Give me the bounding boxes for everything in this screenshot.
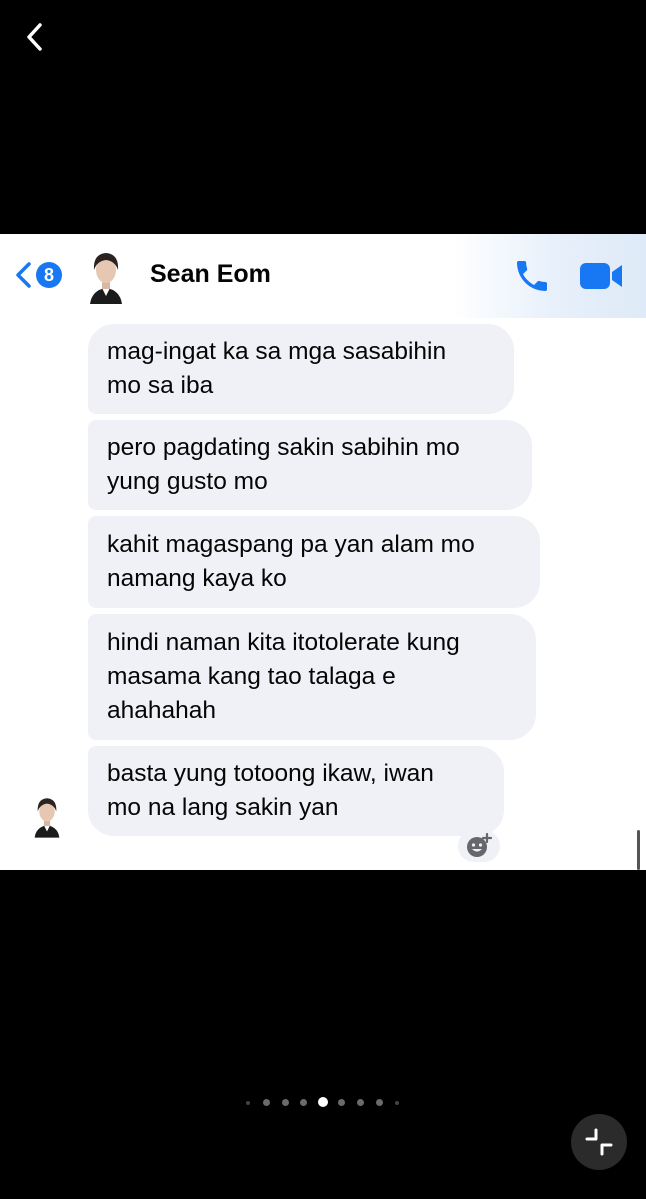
pagination-dot[interactable] (263, 1099, 270, 1106)
message-text: basta yung totoong ikaw, iwan mo na lang… (107, 760, 434, 821)
chevron-left-icon[interactable] (12, 260, 36, 290)
video-camera-icon[interactable] (578, 260, 624, 292)
scrollbar[interactable] (637, 830, 640, 870)
unread-count-badge[interactable]: 8 (36, 262, 62, 288)
contact-name[interactable]: Sean Eom (150, 260, 271, 289)
back-icon[interactable] (20, 20, 50, 54)
collapse-icon (585, 1128, 613, 1156)
add-reaction-button[interactable] (458, 830, 500, 862)
avatar[interactable] (84, 248, 128, 304)
chat-header: 8 Sean Eom (0, 234, 646, 318)
add-reaction-icon (467, 833, 493, 857)
phone-icon[interactable] (512, 256, 552, 296)
pagination-dot[interactable] (376, 1099, 383, 1106)
message-text: mag-ingat ka sa mga sasabihin mo sa iba (107, 338, 447, 399)
chat-screenshot: 8 Sean Eom mag-ingat ka sa mga sasabihin… (0, 234, 646, 870)
pagination-dot[interactable] (300, 1099, 307, 1106)
sender-avatar[interactable] (30, 794, 64, 838)
message-text: hindi naman kita itotolerate kung masama… (107, 629, 460, 724)
pagination-dot[interactable] (357, 1099, 364, 1106)
carousel-pagination (244, 1097, 404, 1109)
pagination-dot[interactable] (282, 1099, 289, 1106)
message-bubble[interactable]: basta yung totoong ikaw, iwan mo na lang… (88, 746, 504, 836)
message-bubble[interactable]: mag-ingat ka sa mga sasabihin mo sa iba (88, 324, 514, 414)
pagination-dot[interactable] (246, 1101, 250, 1105)
message-text: pero pagdating sakin sabihin mo yung gus… (107, 434, 460, 495)
pagination-dot-active[interactable] (318, 1097, 328, 1107)
message-bubble[interactable]: kahit magaspang pa yan alam mo namang ka… (88, 516, 540, 608)
message-bubble[interactable]: pero pagdating sakin sabihin mo yung gus… (88, 420, 532, 510)
pagination-dot[interactable] (395, 1101, 399, 1105)
message-bubble[interactable]: hindi naman kita itotolerate kung masama… (88, 614, 536, 740)
message-text: kahit magaspang pa yan alam mo namang ka… (107, 531, 475, 592)
pagination-dot[interactable] (338, 1099, 345, 1106)
collapse-button[interactable] (571, 1114, 627, 1170)
